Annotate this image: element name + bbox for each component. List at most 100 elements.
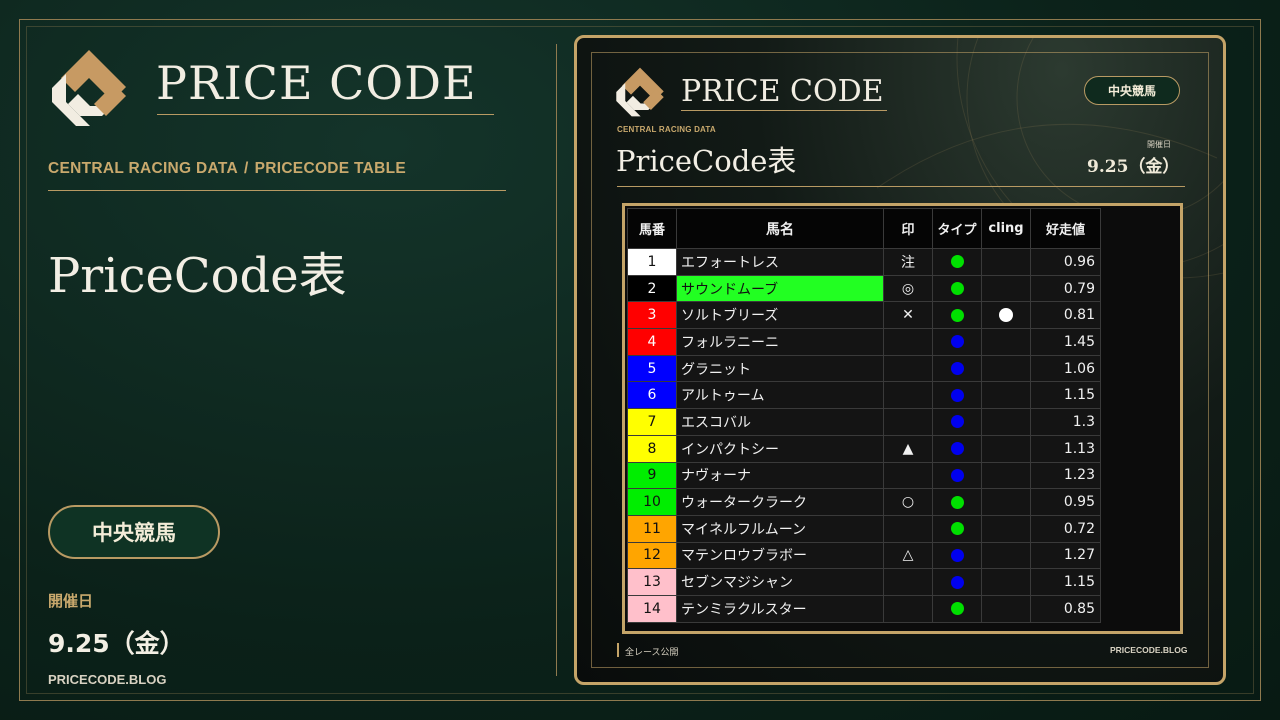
type-cell xyxy=(932,328,982,356)
table-row[interactable]: 1 エフォートレス注 0.96 xyxy=(627,248,1101,276)
type-dot-icon xyxy=(950,442,964,456)
footer-accent-bar xyxy=(617,643,619,657)
card-divider xyxy=(617,186,1185,187)
cling-cell xyxy=(981,328,1031,356)
horse-number-cell: 2 xyxy=(627,274,677,303)
horse-number-cell: 5 xyxy=(627,354,677,383)
table-row[interactable]: 13 セブンマジシャン 1.15 xyxy=(627,568,1101,596)
category-badge[interactable]: 中央競馬 xyxy=(48,505,220,559)
card-date-label: 開催日 xyxy=(1147,140,1171,149)
cling-cell xyxy=(981,514,1031,543)
mark-cell: 注 xyxy=(883,248,933,276)
card-brand-underline xyxy=(681,110,887,111)
breadcrumb-section: CENTRAL RACING DATA xyxy=(48,160,238,177)
type-cell xyxy=(932,568,982,596)
horse-number-cell: 12 xyxy=(627,541,677,570)
table-body: 1 エフォートレス注 0.96 2 サウンドムーブ ◎ 0.79 3 ソルトブリーズ ✕ 0.81 4… xyxy=(627,248,1101,623)
type-dot-icon xyxy=(950,495,964,509)
mark-cell: △ xyxy=(883,541,933,570)
header-score[interactable]: 好走値 xyxy=(1030,208,1101,249)
card-title: PriceCode表 xyxy=(616,144,797,178)
type-cell xyxy=(932,248,982,276)
mark-cell xyxy=(883,408,933,436)
site-link[interactable]: PRICECODE.BLOG xyxy=(48,672,166,687)
mark-cell: ○ xyxy=(883,488,933,516)
cling-cell xyxy=(981,274,1031,303)
horse-name-cell: エフォートレス xyxy=(676,248,884,276)
pricecode-logo-icon xyxy=(52,50,126,126)
type-cell xyxy=(932,488,982,516)
type-dot-icon xyxy=(950,522,964,536)
horse-name-cell: マイネルフルムーン xyxy=(676,514,884,543)
score-cell: 0.72 xyxy=(1030,514,1101,543)
mark-cell: ▲ xyxy=(883,434,933,463)
type-cell xyxy=(932,301,982,330)
breadcrumb-underline xyxy=(48,190,506,191)
table-row[interactable]: 6 アルトゥーム 1.15 xyxy=(627,381,1101,410)
horse-name-cell: ソルトブリーズ xyxy=(676,301,884,330)
type-dot-icon xyxy=(950,548,964,562)
header-type[interactable]: タイプ xyxy=(932,208,982,249)
type-cell xyxy=(932,594,982,623)
date-label: 開催日 xyxy=(48,592,94,610)
score-cell: 0.81 xyxy=(1030,301,1101,330)
header-cling[interactable]: cling xyxy=(981,208,1031,249)
type-dot-icon xyxy=(950,388,964,402)
pricecode-table-frame: 馬番 馬名 印 タイプ cling 好走値 1 エフォートレス注 0.96 2 サウンド… xyxy=(622,203,1183,634)
card-footer-site[interactable]: PRICECODE.BLOG xyxy=(1110,645,1187,655)
table-row[interactable]: 9 ナヴォーナ 1.23 xyxy=(627,461,1101,490)
breadcrumb: CENTRAL RACING DATA / PRICECODE TABLE xyxy=(48,160,406,178)
type-dot-icon xyxy=(950,335,964,349)
date-value: 9.25（金） xyxy=(48,629,185,658)
table-row[interactable]: 3 ソルトブリーズ ✕ 0.81 xyxy=(627,301,1101,330)
type-dot-icon xyxy=(950,415,964,429)
mark-cell: ◎ xyxy=(883,274,933,303)
pricecode-table: 馬番 馬名 印 タイプ cling 好走値 1 エフォートレス注 0.96 2 サウンド… xyxy=(627,208,1101,623)
table-row[interactable]: 10 ウォータークラーク ○ 0.95 xyxy=(627,488,1101,516)
score-cell: 1.3 xyxy=(1030,408,1101,436)
table-row[interactable]: 12 マテンロウブラボー △ 1.27 xyxy=(627,541,1101,570)
type-cell xyxy=(932,434,982,463)
card-subtitle: CENTRAL RACING DATA xyxy=(617,125,716,134)
brand-name: PRICE CODE xyxy=(156,56,477,110)
mark-cell xyxy=(883,594,933,623)
breadcrumb-separator: / xyxy=(243,160,249,177)
type-dot-icon xyxy=(950,255,964,269)
horse-number-cell: 11 xyxy=(627,514,677,543)
score-cell: 1.23 xyxy=(1030,461,1101,490)
table-row[interactable]: 4 フォルラニーニ 1.45 xyxy=(627,328,1101,356)
horse-number-cell: 4 xyxy=(627,328,677,356)
type-cell xyxy=(932,541,982,570)
header-horse-number[interactable]: 馬番 xyxy=(627,208,677,249)
page-title: PriceCode表 xyxy=(48,248,347,304)
score-cell: 0.96 xyxy=(1030,248,1101,276)
table-row[interactable]: 2 サウンドムーブ ◎ 0.79 xyxy=(627,274,1101,303)
horse-number-cell: 13 xyxy=(627,568,677,596)
cling-cell xyxy=(981,381,1031,410)
type-dot-icon xyxy=(950,602,964,616)
header-mark[interactable]: 印 xyxy=(883,208,933,249)
breadcrumb-page: PRICECODE TABLE xyxy=(254,160,407,177)
horse-number-cell: 8 xyxy=(627,434,677,463)
score-cell: 1.15 xyxy=(1030,381,1101,410)
table-row[interactable]: 8 インパクトシー ▲ 1.13 xyxy=(627,434,1101,463)
cling-dot-icon xyxy=(999,308,1013,323)
table-row[interactable]: 11 マイネルフルムーン 0.72 xyxy=(627,514,1101,543)
card-footer-left: 全レース公開 xyxy=(625,648,679,658)
card-category-badge[interactable]: 中央競馬 xyxy=(1084,76,1180,105)
table-row[interactable]: 5 グラニット 1.06 xyxy=(627,354,1101,383)
horse-name-cell: マテンロウブラボー xyxy=(676,541,884,570)
mark-cell xyxy=(883,354,933,383)
type-dot-icon xyxy=(950,308,964,322)
score-cell: 1.45 xyxy=(1030,328,1101,356)
cling-cell xyxy=(981,301,1031,330)
horse-number-cell: 6 xyxy=(627,381,677,410)
cling-cell xyxy=(981,354,1031,383)
type-cell xyxy=(932,408,982,436)
type-dot-icon xyxy=(950,468,964,482)
table-row[interactable]: 7 エスコバル 1.3 xyxy=(627,408,1101,436)
header-horse-name[interactable]: 馬名 xyxy=(676,208,884,249)
table-row[interactable]: 14 テンミラクルスター 0.85 xyxy=(627,594,1101,623)
cling-cell xyxy=(981,568,1031,596)
cling-cell xyxy=(981,594,1031,623)
